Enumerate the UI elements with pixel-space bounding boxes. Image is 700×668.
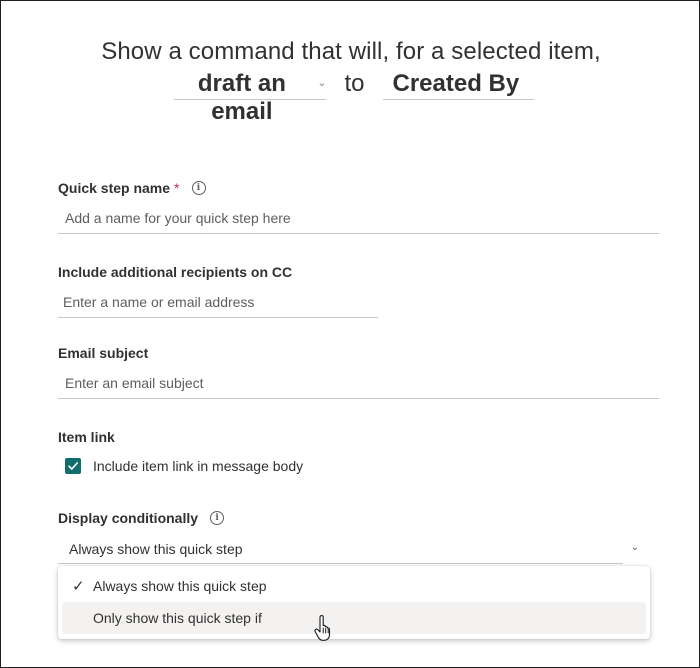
include-item-link-label: Include item link in message body xyxy=(93,458,304,474)
header-selectors: draft an email ⌄ to Created By xyxy=(1,70,700,125)
quick-step-panel: Show a command that will, for a selected… xyxy=(0,0,700,668)
required-indicator: * xyxy=(174,180,180,196)
display-conditionally-menu: ✓ Always show this quick step Only show … xyxy=(58,566,650,639)
field-dropdown-value: Created By xyxy=(392,70,520,97)
menu-item-label: Always show this quick step xyxy=(93,578,267,594)
info-icon[interactable]: i xyxy=(210,511,225,525)
chevron-down-icon: ⌄ xyxy=(317,77,327,89)
quick-step-name-label: Quick step name * i xyxy=(58,180,206,196)
header-connector: to xyxy=(344,70,365,97)
chevron-down-icon: ⌄ xyxy=(630,542,639,553)
action-dropdown[interactable]: draft an email ⌄ xyxy=(174,70,327,125)
item-link-label: Item link xyxy=(58,429,115,445)
email-subject-input[interactable]: Enter an email subject xyxy=(58,369,659,399)
cc-recipients-label: Include additional recipients on CC xyxy=(58,264,293,280)
command-header: Show a command that will, for a selected… xyxy=(1,37,700,125)
display-conditionally-value: Always show this quick step xyxy=(69,540,243,557)
menu-item-only-show-if[interactable]: Only show this quick step if xyxy=(62,602,646,634)
checkbox-checked-icon[interactable] xyxy=(65,458,81,474)
include-item-link-checkbox[interactable]: Include item link in message body xyxy=(65,458,303,474)
hand-cursor-icon xyxy=(314,615,331,641)
info-icon[interactable]: i xyxy=(191,181,206,195)
checkmark-icon: ✓ xyxy=(72,578,85,595)
menu-item-always-show[interactable]: ✓ Always show this quick step xyxy=(62,570,646,602)
cc-recipients-input[interactable]: Enter a name or email address xyxy=(58,288,378,318)
menu-item-label: Only show this quick step if xyxy=(93,610,262,626)
display-conditionally-select[interactable]: Always show this quick step ⌄ xyxy=(58,534,639,564)
field-dropdown[interactable]: Created By xyxy=(382,70,534,100)
display-conditionally-label: Display conditionally i xyxy=(58,510,225,526)
action-dropdown-value: draft an email xyxy=(197,70,286,125)
display-conditionally-label-text: Display conditionally xyxy=(58,510,199,526)
header-sentence: Show a command that will, for a selected… xyxy=(101,38,601,65)
email-subject-label: Email subject xyxy=(58,345,149,361)
quick-step-name-input[interactable]: Add a name for your quick step here xyxy=(58,204,659,234)
quick-step-name-label-text: Quick step name xyxy=(58,180,171,196)
